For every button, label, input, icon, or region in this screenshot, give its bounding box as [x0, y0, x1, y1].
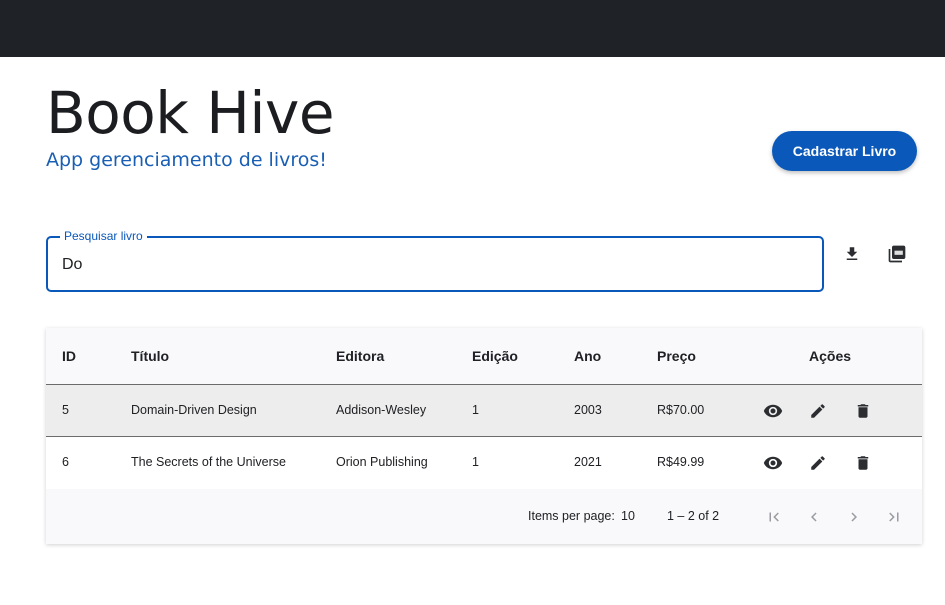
eye-icon	[763, 456, 783, 470]
column-title[interactable]: Título	[131, 348, 169, 364]
chevron-left-icon	[811, 512, 817, 522]
search-label: Pesquisar livro	[60, 229, 147, 243]
next-page-button[interactable]	[840, 503, 868, 531]
cell-publisher: Orion Publishing	[336, 455, 428, 469]
cell-edition: 1	[472, 403, 479, 417]
pencil-icon	[811, 404, 825, 418]
cell-year: 2021	[574, 455, 602, 469]
delete-button[interactable]	[850, 450, 876, 476]
trash-icon	[857, 456, 869, 470]
download-button[interactable]	[836, 238, 868, 270]
page-title: Book Hive	[46, 79, 335, 147]
items-per-page-select[interactable]: 10	[621, 509, 635, 524]
column-edition[interactable]: Edição	[472, 348, 518, 364]
download-icon	[846, 247, 858, 260]
table-row[interactable]: 6 The Secrets of the Universe Orion Publ…	[46, 437, 922, 489]
cell-id: 5	[62, 403, 69, 417]
column-publisher[interactable]: Editora	[336, 348, 384, 364]
cell-price: R$70.00	[657, 403, 705, 417]
previous-page-button[interactable]	[800, 503, 828, 531]
page-subtitle: App gerenciamento de livros!	[46, 149, 327, 171]
column-id[interactable]: ID	[62, 348, 76, 364]
table-header: ID Título Editora Edição Ano Preço Ações	[46, 328, 922, 385]
cell-id: 6	[62, 455, 69, 469]
chevron-right-icon	[851, 512, 857, 522]
cell-price: R$49.99	[657, 455, 705, 469]
trash-icon	[857, 404, 869, 418]
column-actions: Ações	[809, 348, 852, 364]
view-button[interactable]	[760, 450, 786, 476]
items-per-page-label: Items per page:	[528, 509, 615, 523]
eye-icon	[763, 404, 783, 418]
cell-title: Domain-Driven Design	[131, 403, 257, 417]
page-range-label: 1 – 2 of 2	[667, 509, 720, 523]
register-book-button[interactable]: Cadastrar Livro	[772, 131, 917, 171]
column-year[interactable]: Ano	[574, 348, 601, 364]
cell-year: 2003	[574, 403, 602, 417]
delete-button[interactable]	[850, 398, 876, 424]
last-page-button[interactable]	[880, 503, 908, 531]
cell-title: The Secrets of the Universe	[131, 455, 286, 469]
pdf-icon	[888, 245, 906, 263]
last-page-icon	[889, 512, 899, 522]
column-price[interactable]: Preço	[657, 348, 696, 364]
edit-button[interactable]	[805, 450, 831, 476]
cell-publisher: Addison-Wesley	[336, 403, 427, 417]
search-input[interactable]	[62, 254, 802, 276]
pencil-icon	[811, 456, 825, 470]
view-button[interactable]	[760, 398, 786, 424]
search-field[interactable]: Pesquisar livro	[46, 229, 824, 292]
edit-button[interactable]	[805, 398, 831, 424]
table-row[interactable]: 5 Domain-Driven Design Addison-Wesley 1 …	[46, 385, 922, 437]
pdf-export-button[interactable]	[881, 238, 913, 270]
first-page-icon	[769, 512, 779, 522]
books-table: ID Título Editora Edição Ano Preço Ações…	[46, 328, 922, 544]
first-page-button[interactable]	[760, 503, 788, 531]
top-app-bar	[0, 0, 945, 57]
cell-edition: 1	[472, 455, 479, 469]
paginator: Items per page: 10 1 – 2 of 2	[46, 489, 922, 544]
